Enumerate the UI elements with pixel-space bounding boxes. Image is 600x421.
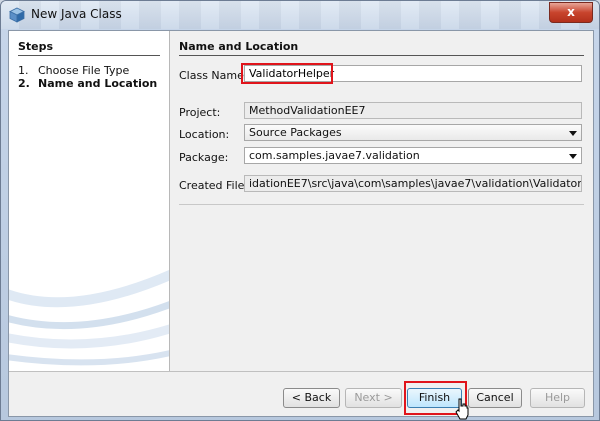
package-value: com.samples.javae7.validation	[249, 149, 420, 162]
project-label: Project:	[179, 106, 221, 119]
dialog-content: Steps 1. Choose File Type 2. Name and Loca…	[8, 30, 594, 420]
class-name-input[interactable]	[249, 66, 581, 81]
close-icon: x	[567, 5, 575, 19]
steps-title: Steps	[18, 40, 54, 53]
next-button[interactable]: Next >	[345, 388, 402, 408]
netbeans-cube-icon	[9, 7, 25, 23]
package-combo[interactable]: com.samples.javae7.validation	[244, 147, 582, 164]
panel-divider	[179, 55, 584, 56]
location-value: Source Packages	[249, 126, 342, 139]
button-bar-divider	[9, 371, 593, 372]
mouse-cursor-icon	[455, 398, 469, 420]
title-bar[interactable]: New Java Class x	[1, 1, 599, 29]
back-button[interactable]: < Back	[283, 388, 340, 408]
steps-panel: Steps 1. Choose File Type 2. Name and Loca…	[9, 31, 170, 371]
close-button[interactable]: x	[549, 2, 593, 23]
chevron-down-icon[interactable]	[569, 154, 577, 159]
chevron-down-icon[interactable]	[569, 131, 577, 136]
location-label: Location:	[179, 128, 230, 141]
window-title: New Java Class	[31, 7, 122, 21]
step-label: Name and Location	[38, 77, 158, 90]
class-name-field[interactable]	[244, 65, 582, 82]
step-choose-file-type: 1. Choose File Type	[18, 64, 129, 77]
step-number: 1.	[18, 64, 29, 77]
decorative-swirl-image	[9, 269, 169, 366]
step-number: 2.	[18, 77, 30, 90]
class-name-label: Class Name:	[179, 69, 248, 82]
panel-separator	[179, 204, 584, 205]
name-location-panel: Name and Location Class Name: Project: M…	[170, 31, 593, 371]
location-dropdown[interactable]: Source Packages	[244, 124, 582, 141]
project-field: MethodValidationEE7	[244, 102, 582, 119]
created-file-label: Created File:	[179, 179, 249, 192]
panel-title: Name and Location	[179, 40, 299, 53]
steps-divider	[18, 55, 160, 56]
package-label: Package:	[179, 151, 229, 164]
step-name-and-location: 2. Name and Location	[18, 77, 157, 90]
help-button[interactable]: Help	[530, 388, 585, 408]
cancel-button[interactable]: Cancel	[468, 388, 522, 408]
finish-button[interactable]: Finish	[407, 388, 462, 408]
dialog-window: New Java Class x Steps 1. Choose File Typ…	[0, 0, 600, 421]
created-file-field: idationEE7\src\java\com\samples\javae7\v…	[244, 175, 582, 192]
step-label: Choose File Type	[38, 64, 130, 77]
